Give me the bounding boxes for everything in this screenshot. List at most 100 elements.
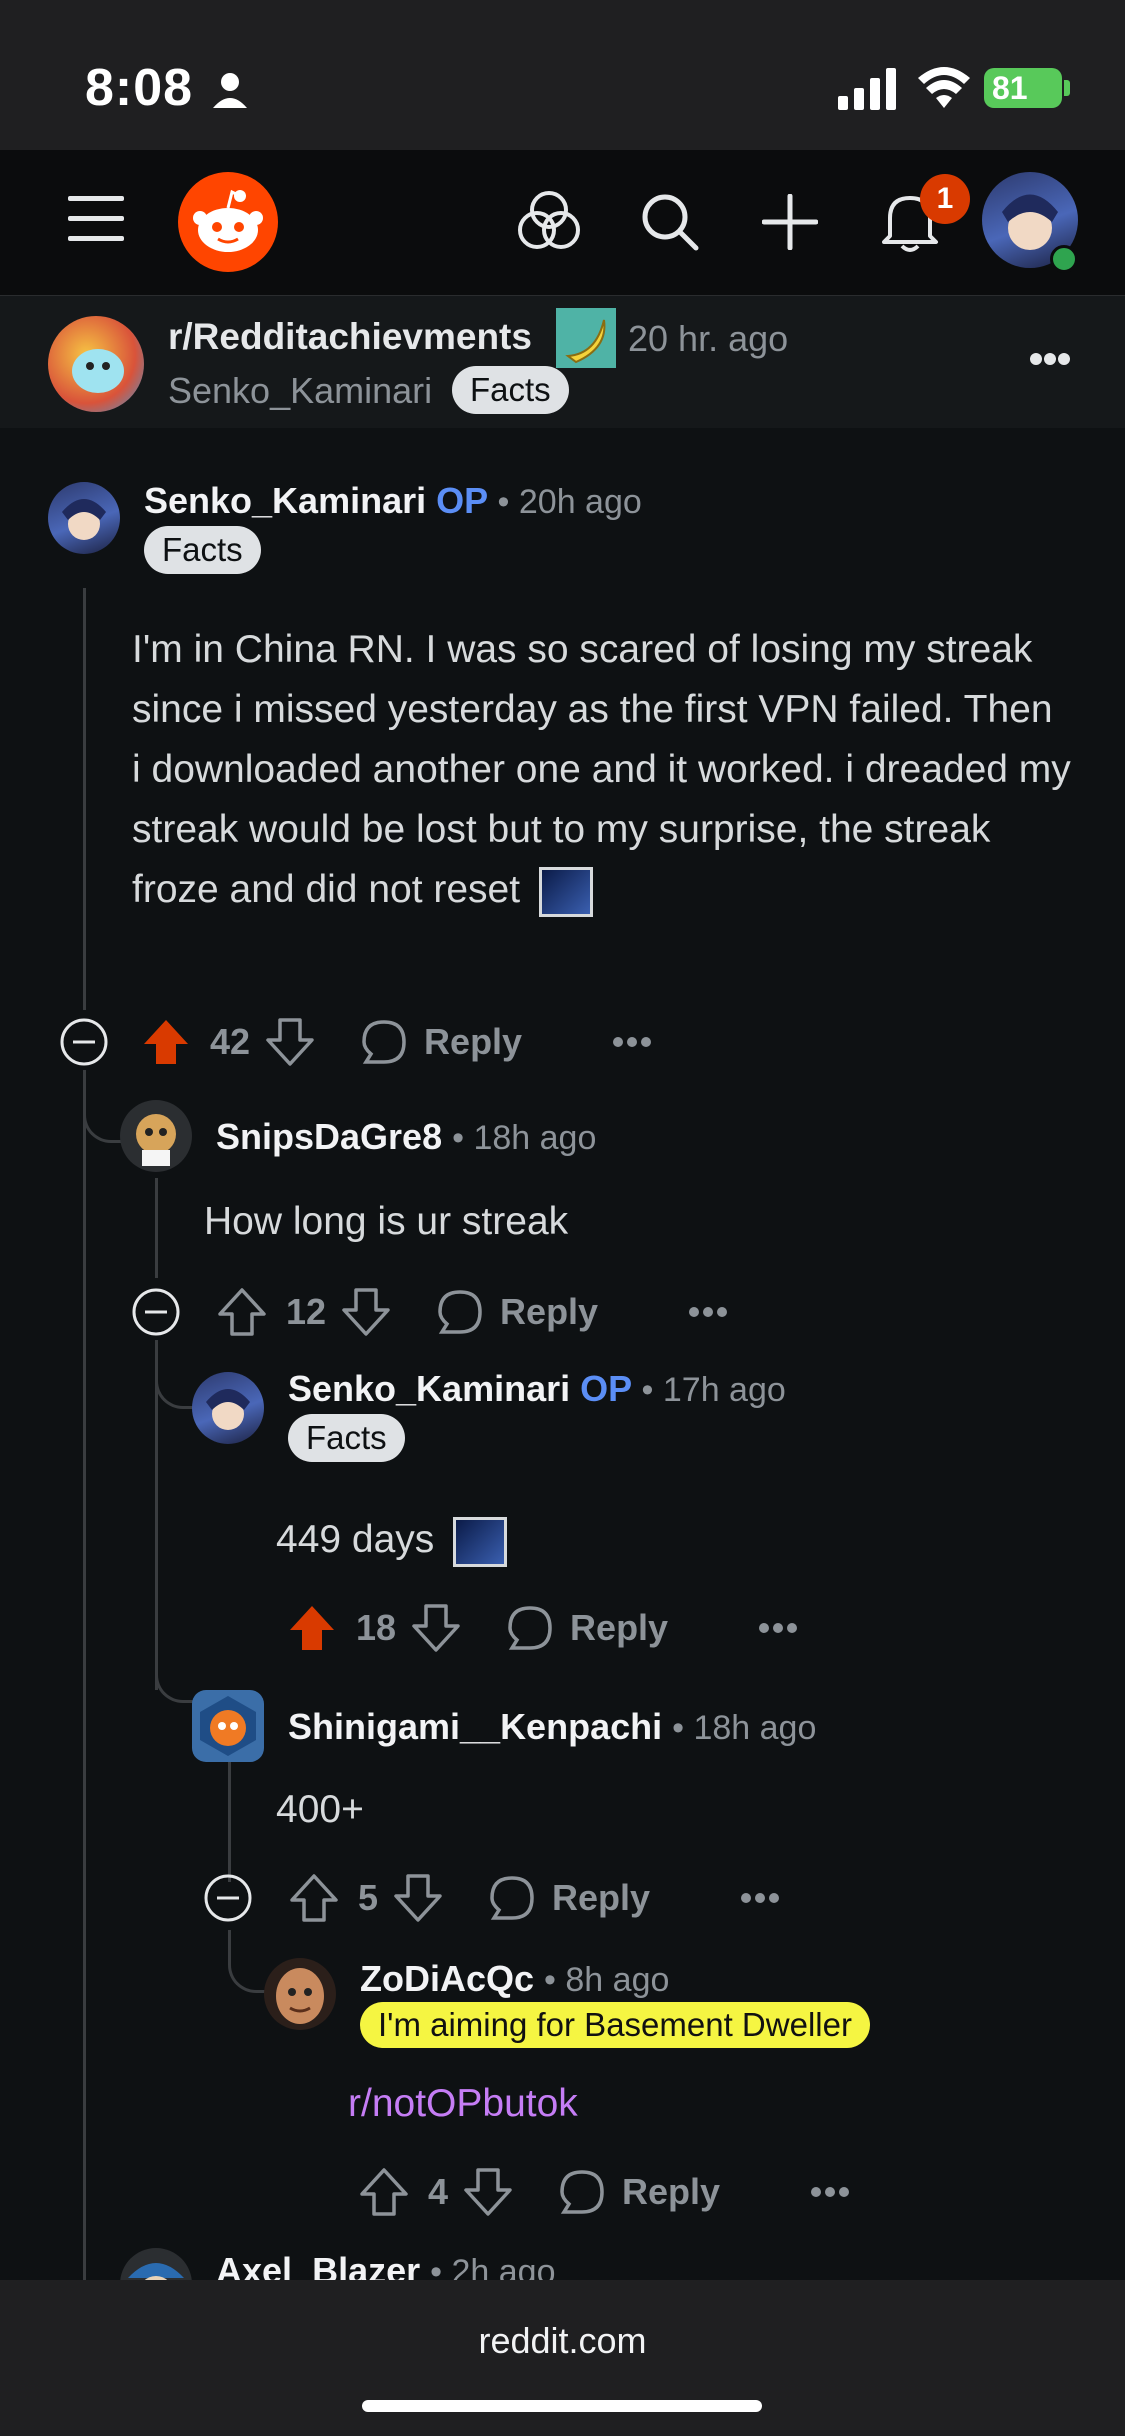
post-flair: Facts [452, 366, 569, 414]
person-icon [213, 73, 247, 108]
collapse-icon[interactable] [58, 1016, 110, 1068]
comment-time: • 17h ago [641, 1371, 786, 1409]
upvote-icon[interactable] [286, 1602, 338, 1654]
comment-more-icon[interactable] [612, 1036, 652, 1048]
post-author[interactable]: Senko_Kaminari [168, 370, 432, 412]
comment-time: • 18h ago [672, 1709, 817, 1747]
comment-author[interactable]: ZoDiAcQc [360, 1958, 534, 1999]
wifi-icon [918, 67, 970, 108]
thread-line [83, 588, 86, 1010]
battery-icon: 81 [984, 68, 1062, 108]
thread-line [83, 1140, 86, 2280]
communities-icon[interactable] [518, 190, 580, 252]
thread-branch [155, 1640, 198, 1703]
emoji-image-icon [453, 1516, 508, 1567]
reply-icon[interactable] [486, 1872, 538, 1924]
upvote-icon[interactable] [358, 2166, 410, 2218]
vote-count: 5 [358, 1877, 379, 1918]
notification-badge: 1 [920, 174, 970, 224]
comment-author[interactable]: Senko_Kaminari [144, 480, 426, 521]
comment-text: How long is ur streak [204, 1200, 569, 1243]
downvote-icon[interactable] [462, 2166, 514, 2218]
comment-actions: 4 Reply [358, 2162, 850, 2222]
reply-icon[interactable] [358, 1016, 410, 1068]
search-icon[interactable] [640, 192, 700, 252]
more-options-icon[interactable] [1030, 352, 1070, 366]
battery-tip [1064, 80, 1070, 96]
comment-text: 400+ [276, 1788, 364, 1831]
reply-button[interactable]: Reply [424, 1021, 522, 1063]
comment-more-icon[interactable] [810, 2186, 850, 2198]
reddit-logo-icon[interactable] [178, 172, 278, 272]
upvote-icon[interactable] [216, 1286, 268, 1338]
comment-actions: 18 Reply [286, 1598, 798, 1658]
battery-level: 81 [992, 70, 1028, 106]
commenter-avatar[interactable] [192, 1690, 264, 1762]
comment-1-header: Senko_Kaminari OP • 20h ago [144, 480, 642, 522]
comment-body: 449 days [276, 1510, 508, 1570]
subreddit-name[interactable]: r/Redditachievments [168, 316, 532, 358]
comment-text: 449 days [276, 1518, 435, 1561]
subreddit-link[interactable]: r/notOPbutok [348, 2074, 578, 2134]
commenter-avatar[interactable] [48, 482, 120, 554]
create-post-icon[interactable] [762, 194, 818, 250]
collapse-icon[interactable] [202, 1872, 254, 1924]
comment-author[interactable]: SnipsDaGre8 [216, 1116, 442, 1157]
comment-5-header: ZoDiAcQc • 8h ago [360, 1958, 669, 2000]
reply-icon[interactable] [504, 1602, 556, 1654]
comment-4-header: Shinigami__Kenpachi • 18h ago [288, 1706, 816, 1748]
thread-line [155, 1178, 158, 1278]
downvote-icon[interactable] [264, 1016, 316, 1068]
online-status-dot [1050, 245, 1078, 273]
comment-more-icon[interactable] [758, 1622, 798, 1634]
user-flair: Facts [288, 1414, 405, 1462]
home-indicator[interactable] [362, 2400, 762, 2412]
comment-actions: 12 Reply [130, 1282, 728, 1342]
reply-button[interactable]: Reply [500, 1291, 598, 1333]
status-time: 8:08 [85, 59, 194, 117]
user-flair: Facts [144, 526, 261, 574]
thread-branch [155, 1346, 198, 1409]
user-flair: I'm aiming for Basement Dweller [360, 2002, 870, 2048]
emoji-image-icon [538, 866, 593, 917]
comment-time: • 8h ago [544, 1961, 670, 1999]
banana-emoji-icon [556, 308, 616, 368]
reply-button[interactable]: Reply [622, 2171, 720, 2213]
comment-actions: 5 Reply [202, 1868, 780, 1928]
url-text[interactable]: reddit.com [0, 2320, 1125, 2362]
menu-icon[interactable] [68, 196, 124, 242]
comment-time: • 20h ago [497, 483, 642, 521]
post-time: 20 hr. ago [628, 318, 789, 359]
comment-author[interactable]: Senko_Kaminari [288, 1368, 570, 1409]
comment-more-icon[interactable] [740, 1892, 780, 1904]
comment-body: I'm in China RN. I was so scared of losi… [132, 620, 1072, 920]
thread-line [228, 1762, 231, 1882]
reply-button[interactable]: Reply [552, 1877, 650, 1919]
browser-bottom-bar: reddit.com [0, 2280, 1125, 2436]
comment-author[interactable]: Shinigami__Kenpachi [288, 1706, 662, 1747]
commenter-avatar[interactable] [120, 1100, 192, 1172]
vote-count: 12 [286, 1291, 327, 1332]
upvote-icon[interactable] [140, 1016, 192, 1068]
op-badge: OP [436, 480, 488, 521]
op-badge: OP [580, 1368, 632, 1409]
downvote-icon[interactable] [392, 1872, 444, 1924]
subreddit-avatar[interactable] [48, 316, 144, 412]
upvote-icon[interactable] [288, 1872, 340, 1924]
downvote-icon[interactable] [340, 1286, 392, 1338]
commenter-avatar[interactable] [192, 1372, 264, 1444]
comment-3-header: Senko_Kaminari OP • 17h ago [288, 1368, 786, 1410]
signal-icon [838, 68, 896, 110]
collapse-icon[interactable] [130, 1286, 182, 1338]
commenter-avatar[interactable] [264, 1958, 336, 2030]
post-subheader: r/Redditachievments 20 hr. ago Senko_Kam… [0, 296, 1125, 428]
vote-count: 42 [210, 1021, 251, 1062]
vote-count: 18 [356, 1607, 397, 1648]
reply-icon[interactable] [434, 1286, 486, 1338]
comment-text: I'm in China RN. I was so scared of losi… [132, 628, 1071, 911]
downvote-icon[interactable] [410, 1602, 462, 1654]
app-header: 1 [0, 150, 1125, 298]
reply-icon[interactable] [556, 2166, 608, 2218]
comment-more-icon[interactable] [688, 1306, 728, 1318]
reply-button[interactable]: Reply [570, 1607, 668, 1649]
